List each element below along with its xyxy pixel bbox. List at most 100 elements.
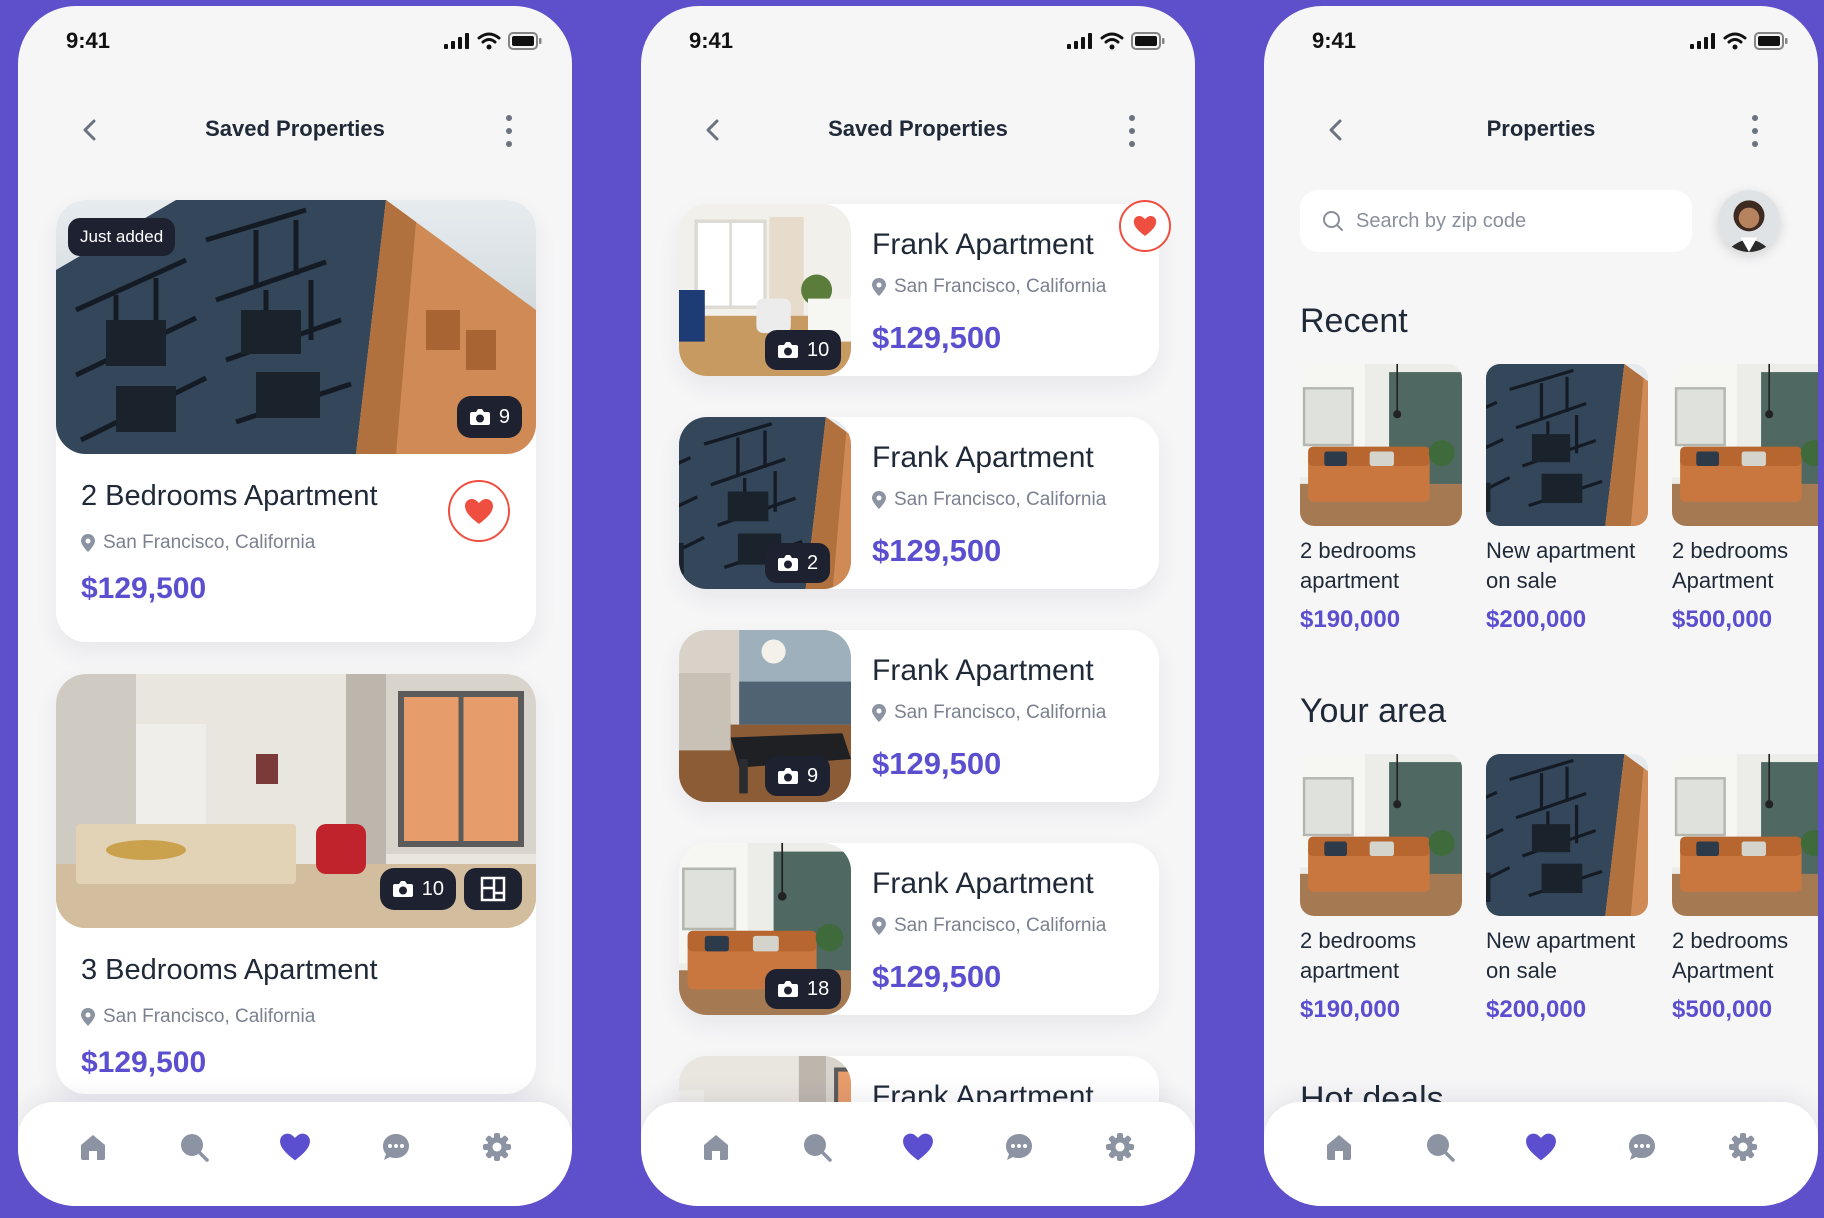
tab-messages[interactable] bbox=[997, 1125, 1041, 1169]
section-title-hot-deals: Hot deals bbox=[1300, 1080, 1444, 1102]
page-title: Properties bbox=[1486, 116, 1596, 141]
phone-properties: 9:41 Properties Search by zip code Recen… bbox=[1264, 6, 1818, 1206]
photo-count: 9 bbox=[498, 405, 510, 428]
camera-icon bbox=[392, 881, 413, 897]
property-title: Frank Apartment bbox=[872, 441, 1094, 474]
page-title: Saved Properties bbox=[828, 116, 1008, 141]
property-title: New apartment on sale bbox=[1486, 928, 1636, 983]
photo-count: 2 bbox=[807, 551, 819, 574]
tab-bar bbox=[18, 1102, 572, 1206]
tab-bar bbox=[641, 1102, 1195, 1206]
more-vertical-icon[interactable] bbox=[1750, 114, 1760, 148]
property-card[interactable]: Just added 9 2 Bedrooms Apartment San Fr… bbox=[56, 200, 536, 642]
property-tile[interactable]: New apartment on sale $200,000 bbox=[1486, 364, 1652, 634]
phone-saved-list: 9:41 Saved Properties 10 Frank Apartment… bbox=[641, 6, 1195, 1206]
location-pin-icon bbox=[81, 1008, 95, 1026]
property-price: $190,000 bbox=[1300, 606, 1401, 633]
section-title-your-area: Your area bbox=[1300, 692, 1447, 730]
tab-search[interactable] bbox=[1418, 1125, 1462, 1169]
property-tile[interactable]: 2 bedrooms apartment $190,000 bbox=[1300, 364, 1466, 634]
search-icon bbox=[1426, 1134, 1455, 1162]
heart-icon bbox=[280, 1133, 310, 1161]
location-pin-icon bbox=[872, 278, 886, 296]
property-title: New apartment on sale bbox=[1486, 538, 1636, 593]
property-title: Frank Apartment bbox=[872, 654, 1094, 687]
search-input[interactable]: Search by zip code bbox=[1300, 190, 1692, 252]
search-icon bbox=[180, 1134, 209, 1162]
property-location: San Francisco, California bbox=[872, 489, 1106, 511]
tab-settings[interactable] bbox=[1098, 1125, 1142, 1169]
more-vertical-icon[interactable] bbox=[1127, 114, 1137, 148]
property-price: $190,000 bbox=[1300, 996, 1401, 1023]
tab-settings[interactable] bbox=[1721, 1125, 1765, 1169]
floor-plan-button[interactable] bbox=[464, 868, 522, 910]
property-title: Frank Apartment bbox=[872, 867, 1094, 900]
photo-count-chip[interactable]: 10 bbox=[765, 330, 842, 370]
list-item[interactable]: Frank Apartment bbox=[679, 1056, 1159, 1102]
avatar[interactable] bbox=[1718, 190, 1780, 252]
tab-favorites[interactable] bbox=[273, 1125, 317, 1169]
tab-home[interactable] bbox=[694, 1125, 738, 1169]
tab-settings[interactable] bbox=[475, 1125, 519, 1169]
property-price: $200,000 bbox=[1486, 606, 1587, 633]
photo-count-chip[interactable]: 9 bbox=[765, 756, 831, 796]
chat-icon bbox=[1006, 1134, 1033, 1160]
property-photo: Just added 9 bbox=[56, 200, 536, 454]
list-item[interactable]: 9 Frank Apartment San Francisco, Califor… bbox=[679, 630, 1159, 802]
heart-filled-icon bbox=[1133, 216, 1157, 236]
photo-count-chip[interactable]: 10 bbox=[379, 868, 456, 910]
property-thumbnail: 10 bbox=[679, 204, 851, 376]
profile-photo bbox=[1718, 190, 1780, 252]
list-item[interactable]: 2 Frank Apartment San Francisco, Califor… bbox=[679, 417, 1159, 589]
property-tile[interactable]: New apartment on sale $200,000 bbox=[1486, 754, 1652, 1024]
property-photo: 10 bbox=[56, 674, 536, 928]
location-pin-icon bbox=[81, 534, 95, 552]
property-photo bbox=[1486, 754, 1648, 916]
tab-search[interactable] bbox=[795, 1125, 839, 1169]
list-item[interactable]: 10 Frank Apartment San Francisco, Califo… bbox=[679, 200, 1171, 376]
property-tile[interactable]: 2 bedrooms apartment $190,000 bbox=[1300, 754, 1466, 1024]
floor-plan-icon bbox=[480, 876, 506, 902]
property-photo bbox=[1486, 364, 1648, 526]
photo-count-chip[interactable]: 18 bbox=[765, 969, 842, 1009]
property-photo bbox=[1672, 754, 1818, 916]
tab-favorites[interactable] bbox=[896, 1125, 940, 1169]
property-title: 2 bedrooms Apartment bbox=[1672, 928, 1789, 983]
property-card[interactable]: 10 3 Bedrooms Apartment San Francisco, C… bbox=[56, 674, 536, 1094]
search-placeholder: Search by zip code bbox=[1356, 209, 1527, 232]
property-price: $200,000 bbox=[1486, 996, 1587, 1023]
location-text: San Francisco, California bbox=[103, 1006, 316, 1027]
property-photo bbox=[1672, 364, 1818, 526]
favorite-button[interactable] bbox=[1119, 200, 1171, 252]
search-icon bbox=[1323, 211, 1343, 231]
property-price: $500,000 bbox=[1672, 606, 1773, 633]
tab-search[interactable] bbox=[172, 1125, 216, 1169]
gear-icon bbox=[483, 1133, 512, 1161]
heart-icon bbox=[903, 1133, 933, 1161]
property-price: $129,500 bbox=[872, 320, 1002, 355]
property-price: $129,500 bbox=[81, 572, 207, 605]
building-photo bbox=[1486, 364, 1648, 526]
tab-favorites[interactable] bbox=[1519, 1125, 1563, 1169]
property-tile[interactable]: 2 bedrooms Apartment $500,000 bbox=[1672, 364, 1818, 634]
property-thumbnail: 18 bbox=[679, 843, 851, 1015]
photo-count-chip[interactable]: 9 bbox=[456, 396, 522, 438]
camera-icon bbox=[778, 981, 798, 997]
photo-count-chip[interactable]: 2 bbox=[765, 543, 831, 583]
living-room-photo bbox=[1672, 754, 1818, 916]
tab-messages[interactable] bbox=[1620, 1125, 1664, 1169]
home-icon bbox=[703, 1135, 728, 1160]
nav-bar: Properties bbox=[1264, 94, 1818, 164]
location-text: San Francisco, California bbox=[103, 532, 316, 553]
tab-home[interactable] bbox=[1317, 1125, 1361, 1169]
favorite-button[interactable] bbox=[448, 480, 510, 542]
property-thumbnail: 9 bbox=[679, 630, 851, 802]
list-item[interactable]: 18 Frank Apartment San Francisco, Califo… bbox=[679, 843, 1159, 1015]
tab-messages[interactable] bbox=[374, 1125, 418, 1169]
property-price: $129,500 bbox=[872, 533, 1002, 568]
property-tile[interactable]: 2 bedrooms Apartment $500,000 bbox=[1672, 754, 1818, 1024]
tab-home[interactable] bbox=[71, 1125, 115, 1169]
home-icon bbox=[1326, 1135, 1351, 1160]
property-location: San Francisco, California bbox=[81, 532, 315, 554]
more-vertical-icon[interactable] bbox=[504, 114, 514, 148]
